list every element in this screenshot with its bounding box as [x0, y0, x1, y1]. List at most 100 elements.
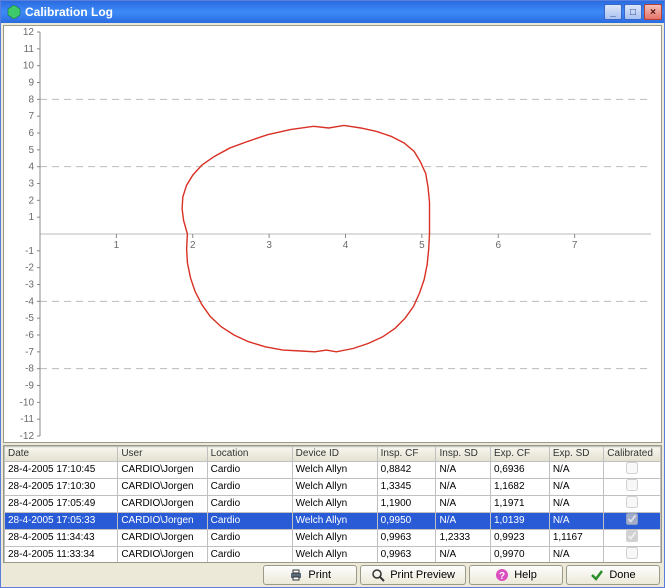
cell: 0,9923	[490, 530, 549, 547]
table-row[interactable]: 28-4-2005 17:05:33CARDIO\JorgenCardioWel…	[5, 513, 661, 530]
calibrated-cell	[604, 479, 661, 496]
table-row[interactable]: 28-4-2005 17:10:45CARDIO\JorgenCardioWel…	[5, 462, 661, 479]
cell: CARDIO\Jorgen	[118, 513, 207, 530]
svg-text:-9: -9	[25, 381, 34, 392]
svg-text:2: 2	[28, 195, 34, 206]
table-row[interactable]: 28-4-2005 17:05:49CARDIO\JorgenCardioWel…	[5, 496, 661, 513]
close-button[interactable]: ×	[644, 4, 662, 20]
cell: N/A	[436, 547, 490, 564]
cell: N/A	[436, 479, 490, 496]
svg-text:3: 3	[266, 240, 272, 251]
cell: 1,1971	[490, 496, 549, 513]
svg-text:-10: -10	[20, 397, 35, 408]
cell: 28-4-2005 11:33:34	[5, 547, 118, 564]
maximize-button[interactable]: □	[624, 4, 642, 20]
svg-text:-3: -3	[25, 280, 34, 291]
table-row[interactable]: 28-4-2005 11:34:43CARDIO\JorgenCardioWel…	[5, 530, 661, 547]
svg-text:?: ?	[499, 571, 505, 582]
window-title: Calibration Log	[25, 5, 604, 19]
cell: 1,2333	[436, 530, 490, 547]
svg-text:12: 12	[23, 27, 35, 38]
column-header[interactable]: User	[118, 447, 207, 462]
cell: CARDIO\Jorgen	[118, 462, 207, 479]
svg-text:2: 2	[190, 240, 196, 251]
preview-label: Print Preview	[390, 569, 455, 581]
magnifier-icon	[371, 568, 385, 582]
table-row[interactable]: 28-4-2005 17:10:30CARDIO\JorgenCardioWel…	[5, 479, 661, 496]
cell: 1,3345	[377, 479, 436, 496]
column-header[interactable]: Date	[5, 447, 118, 462]
client-area: -12-11-10-9-8-7-6-5-4-3-2-11234567891011…	[1, 23, 664, 587]
cell: 28-4-2005 17:10:30	[5, 479, 118, 496]
cell: 1,0139	[490, 513, 549, 530]
column-header[interactable]: Insp. CF	[377, 447, 436, 462]
svg-text:6: 6	[28, 128, 34, 139]
cell: 0,9970	[490, 547, 549, 564]
svg-text:-7: -7	[25, 347, 34, 358]
cell: Welch Allyn	[292, 547, 377, 564]
svg-text:9: 9	[28, 78, 34, 89]
column-header[interactable]: Exp. SD	[549, 447, 603, 462]
svg-text:4: 4	[28, 162, 34, 173]
svg-text:7: 7	[28, 111, 34, 122]
column-header[interactable]: Device ID	[292, 447, 377, 462]
cell: N/A	[436, 496, 490, 513]
calibrated-checkbox[interactable]	[626, 479, 638, 491]
cell: CARDIO\Jorgen	[118, 547, 207, 564]
calibrated-cell	[604, 547, 661, 564]
calibrated-checkbox[interactable]	[626, 547, 638, 559]
cell: 0,9950	[377, 513, 436, 530]
calibrated-checkbox[interactable]	[626, 513, 638, 525]
printer-icon	[289, 568, 303, 582]
column-header[interactable]: Calibrated	[604, 447, 661, 462]
calibrated-checkbox[interactable]	[626, 462, 638, 474]
cell: CARDIO\Jorgen	[118, 479, 207, 496]
calibrated-cell	[604, 462, 661, 479]
svg-text:-8: -8	[25, 364, 34, 375]
svg-text:5: 5	[28, 145, 34, 156]
cell: N/A	[549, 496, 603, 513]
svg-text:7: 7	[572, 240, 578, 251]
cell: Welch Allyn	[292, 462, 377, 479]
help-button[interactable]: ? Help	[469, 565, 563, 585]
column-header[interactable]: Exp. CF	[490, 447, 549, 462]
calibration-grid[interactable]: DateUserLocationDevice IDInsp. CFInsp. S…	[3, 445, 662, 563]
svg-text:5: 5	[419, 240, 425, 251]
calibrated-cell	[604, 530, 661, 547]
calibration-chart: -12-11-10-9-8-7-6-5-4-3-2-11234567891011…	[3, 25, 662, 443]
print-label: Print	[308, 569, 331, 581]
calibrated-cell	[604, 513, 661, 530]
svg-text:-6: -6	[25, 330, 34, 341]
svg-text:1: 1	[114, 240, 120, 251]
minimize-button[interactable]: _	[604, 4, 622, 20]
svg-text:-2: -2	[25, 263, 34, 274]
print-preview-button[interactable]: Print Preview	[360, 565, 466, 585]
print-button[interactable]: Print	[263, 565, 357, 585]
svg-text:11: 11	[24, 44, 35, 55]
cell: N/A	[549, 547, 603, 564]
column-header[interactable]: Insp. SD	[436, 447, 490, 462]
cell: 28-4-2005 17:10:45	[5, 462, 118, 479]
svg-text:-4: -4	[25, 296, 34, 307]
column-header[interactable]: Location	[207, 447, 292, 462]
done-label: Done	[609, 569, 635, 581]
titlebar[interactable]: Calibration Log _ □ ×	[1, 1, 664, 23]
cell: 1,1167	[549, 530, 603, 547]
cell: Welch Allyn	[292, 496, 377, 513]
calibrated-checkbox[interactable]	[626, 496, 638, 508]
calibrated-checkbox[interactable]	[626, 530, 638, 542]
table-row[interactable]: 28-4-2005 11:33:34CARDIO\JorgenCardioWel…	[5, 547, 661, 564]
cell: 0,9963	[377, 530, 436, 547]
cell: N/A	[549, 479, 603, 496]
app-window: Calibration Log _ □ × -12-11-10-9-8-7-6-…	[0, 0, 665, 588]
cell: Welch Allyn	[292, 530, 377, 547]
calibrated-cell	[604, 496, 661, 513]
cell: 1,1682	[490, 479, 549, 496]
cell: Cardio	[207, 462, 292, 479]
cell: Welch Allyn	[292, 513, 377, 530]
cell: 28-4-2005 17:05:49	[5, 496, 118, 513]
svg-text:3: 3	[28, 179, 34, 190]
done-button[interactable]: Done	[566, 565, 660, 585]
cell: Welch Allyn	[292, 479, 377, 496]
window-buttons: _ □ ×	[604, 4, 662, 20]
